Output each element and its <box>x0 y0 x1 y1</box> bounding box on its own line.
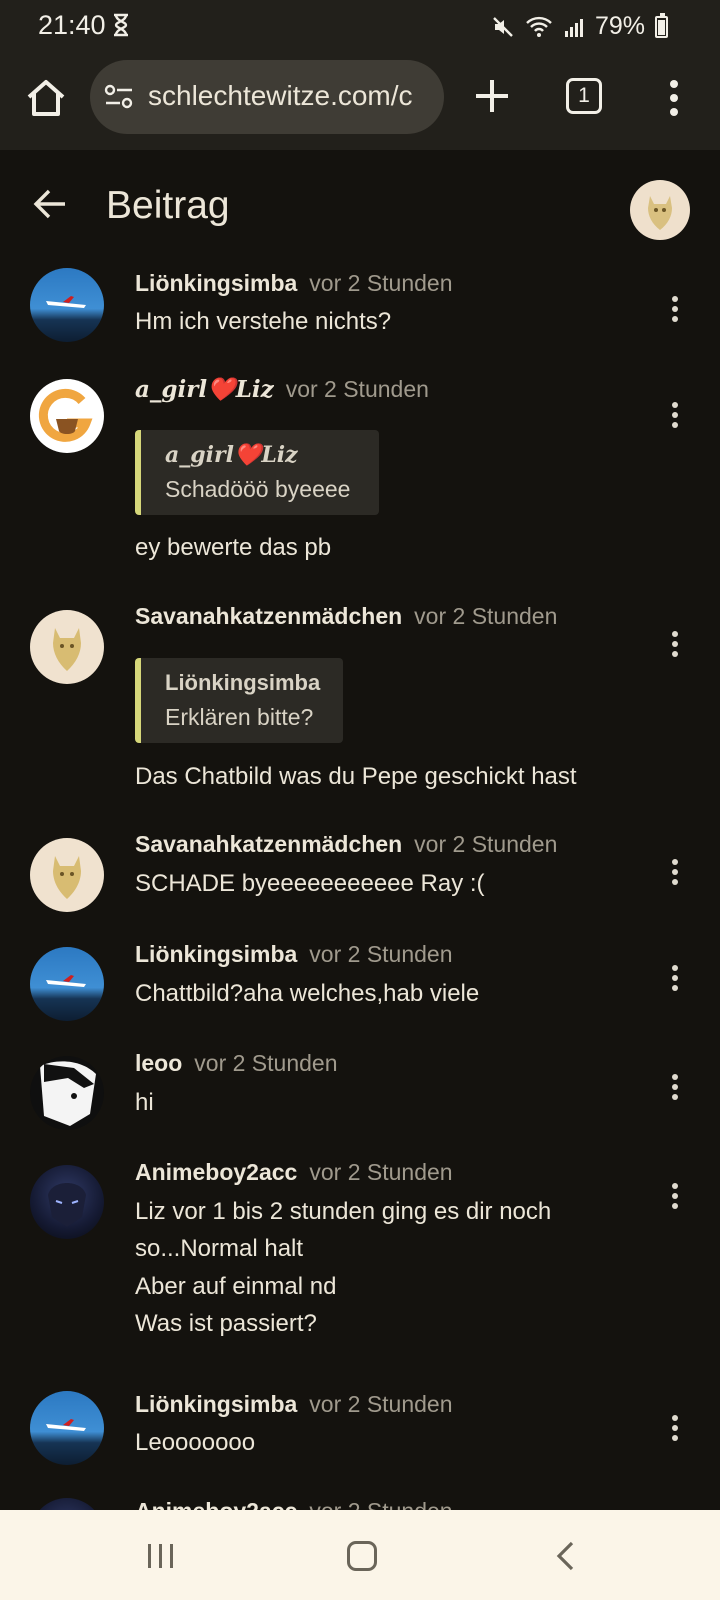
quote-author: a_girl❤️Liz <box>165 442 298 468</box>
browser-toolbar: schlechtewitze.com/c 1 <box>0 52 720 150</box>
status-time: 21:40 <box>38 10 106 40</box>
comment-author[interactable]: a_girl❤️Liz <box>135 376 274 403</box>
quoted-reply[interactable]: Liönkingsimba Erklären bitte? <box>135 658 343 743</box>
quoted-reply[interactable]: a_girl❤️Liz Schadööö byeeee <box>135 430 379 515</box>
logo-g-icon <box>38 388 93 442</box>
avatar[interactable] <box>30 610 104 684</box>
browser-menu-icon[interactable] <box>660 76 688 120</box>
battery-level: 79% <box>594 12 645 40</box>
comment-author[interactable]: Savanahkatzenmädchen <box>135 831 402 857</box>
mute-icon <box>493 16 513 37</box>
home-button[interactable] <box>347 1541 377 1571</box>
comment-time: vor 2 Stunden <box>309 270 453 296</box>
comment-time: vor 2 Stunden <box>194 1050 338 1076</box>
comment-text: ey bewerte das pb <box>135 534 332 561</box>
system-nav-bar <box>0 1510 720 1600</box>
comment-author[interactable]: Liönkingsimba <box>135 941 297 967</box>
avatar[interactable] <box>30 1165 104 1239</box>
comment-time: vor 2 Stunden <box>414 603 558 629</box>
comment-time: vor 2 Stunden <box>309 1391 453 1417</box>
site-settings-icon[interactable] <box>104 84 134 110</box>
wifi-icon <box>526 16 552 37</box>
comment-author[interactable]: Liönkingsimba <box>135 1391 297 1417</box>
avatar[interactable] <box>30 268 104 342</box>
quote-text: Schadööö byeeee <box>165 476 351 502</box>
avatar[interactable] <box>30 947 104 1021</box>
more-options-icon[interactable] <box>665 1074 685 1106</box>
page-title: Beitrag <box>106 184 230 227</box>
comment-text: Leooooooo <box>135 1429 256 1456</box>
airplane-icon <box>46 975 86 987</box>
airplane-icon <box>46 1419 86 1431</box>
comment-time: vor 2 Stunden <box>414 831 558 857</box>
recents-icon[interactable] <box>146 1542 176 1570</box>
address-bar[interactable]: schlechtewitze.com/c <box>90 60 444 134</box>
avatar[interactable] <box>30 1391 104 1465</box>
comment-text-line: Was ist passiert? <box>135 1310 317 1337</box>
anime-avatar-icon <box>48 1183 86 1227</box>
signal-icon <box>564 18 583 37</box>
cat-icon <box>648 196 672 230</box>
anime-avatar-icon <box>40 1061 96 1126</box>
cat-icon <box>53 856 81 899</box>
quote-author: Liönkingsimba <box>165 670 321 695</box>
comment-text: SCHADE byeeeeeeeeeee Ray :( <box>135 870 485 897</box>
back-arrow-icon[interactable] <box>32 186 68 222</box>
comment-text-line: Liz vor 1 bis 2 stunden ging es dir noch <box>135 1198 552 1225</box>
comment-author[interactable]: Liönkingsimba <box>135 270 297 296</box>
comment-author[interactable]: Animeboy2acc <box>135 1159 297 1185</box>
more-options-icon[interactable] <box>665 1415 685 1447</box>
comment-text: Das Chatbild was du Pepe geschickt hast <box>135 763 577 790</box>
tab-switcher-button[interactable]: 1 <box>566 78 602 114</box>
new-tab-icon[interactable] <box>470 74 514 118</box>
quote-text: Erklären bitte? <box>165 704 314 730</box>
comment-author[interactable]: Savanahkatzenmädchen <box>135 603 402 629</box>
airplane-icon <box>46 296 86 308</box>
comment-text-line: so...Normal halt <box>135 1235 304 1262</box>
comment-text-line: Aber auf einmal nd <box>135 1273 337 1300</box>
hourglass-icon <box>114 13 128 37</box>
user-avatar[interactable] <box>630 180 690 240</box>
status-bar: 21:40 79% <box>0 0 720 52</box>
url-text[interactable]: schlechtewitze.com/c <box>148 80 413 112</box>
comment-text: hi <box>135 1089 154 1116</box>
avatar[interactable] <box>30 1056 104 1130</box>
cat-icon <box>53 628 81 671</box>
comment-author[interactable]: leoo <box>135 1050 182 1076</box>
comment-text: Hm ich verstehe nichts? <box>135 308 392 335</box>
more-options-icon[interactable] <box>665 631 685 663</box>
avatar[interactable] <box>30 379 104 453</box>
more-options-icon[interactable] <box>665 402 685 434</box>
more-options-icon[interactable] <box>665 859 685 891</box>
nav-back-icon[interactable] <box>554 1540 576 1572</box>
home-icon[interactable] <box>22 74 70 122</box>
more-options-icon[interactable] <box>665 965 685 997</box>
comment-text: Chattbild?aha welches,hab viele <box>135 980 480 1007</box>
avatar[interactable] <box>30 838 104 912</box>
comment-time: vor 2 Stunden <box>309 941 453 967</box>
comment-time: vor 2 Stunden <box>309 1159 453 1185</box>
comment-time: vor 2 Stunden <box>285 376 429 402</box>
page-header: Beitrag <box>0 150 720 260</box>
battery-icon <box>655 12 668 38</box>
more-options-icon[interactable] <box>665 1183 685 1215</box>
more-options-icon[interactable] <box>665 296 685 328</box>
